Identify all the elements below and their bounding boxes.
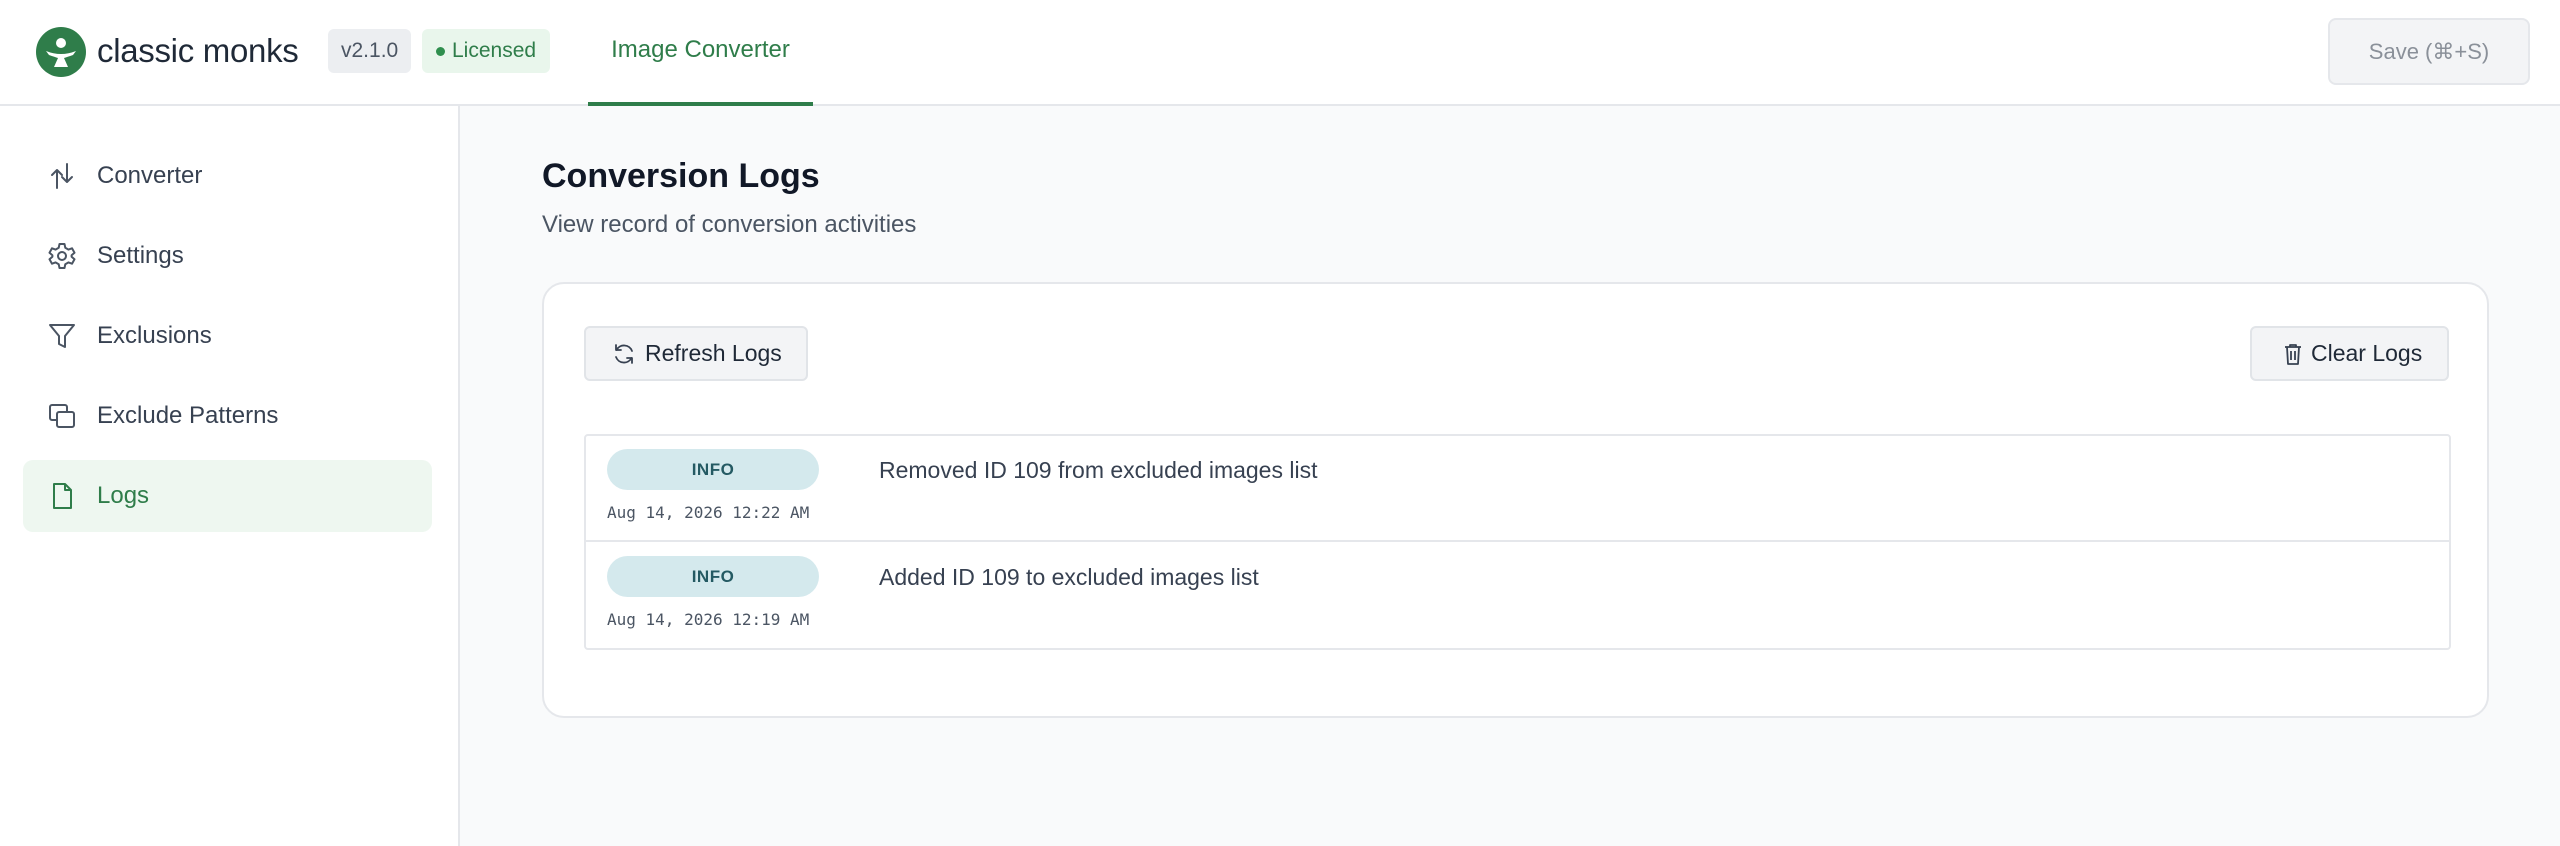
tab-image-converter[interactable]: Image Converter xyxy=(588,0,813,106)
log-message: Removed ID 109 from excluded images list xyxy=(879,457,1318,483)
log-level-badge: INFO xyxy=(607,556,819,597)
license-label: Licensed xyxy=(452,39,537,62)
save-button[interactable]: Save (⌘+S) xyxy=(2328,18,2530,85)
sidebar-item-settings[interactable]: Settings xyxy=(23,220,432,292)
page-subtitle: View record of conversion activities xyxy=(542,211,917,238)
sidebar-item-exclude-patterns[interactable]: Exclude Patterns xyxy=(23,380,432,452)
sidebar-item-exclusions[interactable]: Exclusions xyxy=(23,300,432,372)
arrows-up-down-icon xyxy=(51,163,73,189)
clear-logs-button[interactable]: Clear Logs xyxy=(2250,326,2449,381)
copy-icon xyxy=(49,404,75,428)
version-badge: v2.1.0 xyxy=(328,29,412,73)
sidebar-item-label: Exclude Patterns xyxy=(97,402,279,429)
logs-card: Refresh Logs Clear Logs INFO Aug 14, 202… xyxy=(542,282,2489,718)
sidebar-item-converter[interactable]: Converter xyxy=(23,140,432,212)
refresh-logs-label: Refresh Logs xyxy=(645,340,782,366)
page-title: Conversion Logs xyxy=(542,157,820,195)
gear-icon xyxy=(48,243,76,269)
classic-monks-logo-icon xyxy=(36,27,86,77)
trash-icon xyxy=(2285,344,2301,365)
clear-logs-label: Clear Logs xyxy=(2311,340,2423,366)
log-message: Added ID 109 to excluded images list xyxy=(879,564,1259,590)
license-badge: Licensed xyxy=(422,29,551,73)
sidebar-item-label: Settings xyxy=(97,242,184,269)
log-entry: INFO Aug 14, 2026 12:19 AM Added ID 109 … xyxy=(586,543,2449,649)
sidebar: Converter Settings Exclusions Exclude Pa… xyxy=(0,106,460,846)
top-header: classic monks v2.1.0 Licensed Image Conv… xyxy=(0,0,2560,106)
log-timestamp: Aug 14, 2026 12:19 AM xyxy=(607,610,810,629)
license-status-dot xyxy=(436,47,445,56)
log-timestamp: Aug 14, 2026 12:22 AM xyxy=(607,503,810,522)
document-icon xyxy=(53,483,72,509)
log-list: INFO Aug 14, 2026 12:22 AM Removed ID 10… xyxy=(584,434,2451,650)
log-entry: INFO Aug 14, 2026 12:22 AM Removed ID 10… xyxy=(586,436,2449,542)
sidebar-item-logs[interactable]: Logs xyxy=(23,460,432,532)
sidebar-item-label: Logs xyxy=(97,482,150,509)
sidebar-item-label: Exclusions xyxy=(97,322,212,349)
brand-name: classic monks xyxy=(97,32,299,69)
refresh-icon xyxy=(615,344,633,364)
filter-icon xyxy=(49,324,75,348)
sidebar-item-label: Converter xyxy=(97,162,203,189)
refresh-logs-button[interactable]: Refresh Logs xyxy=(584,326,808,381)
log-level-badge: INFO xyxy=(607,449,819,490)
